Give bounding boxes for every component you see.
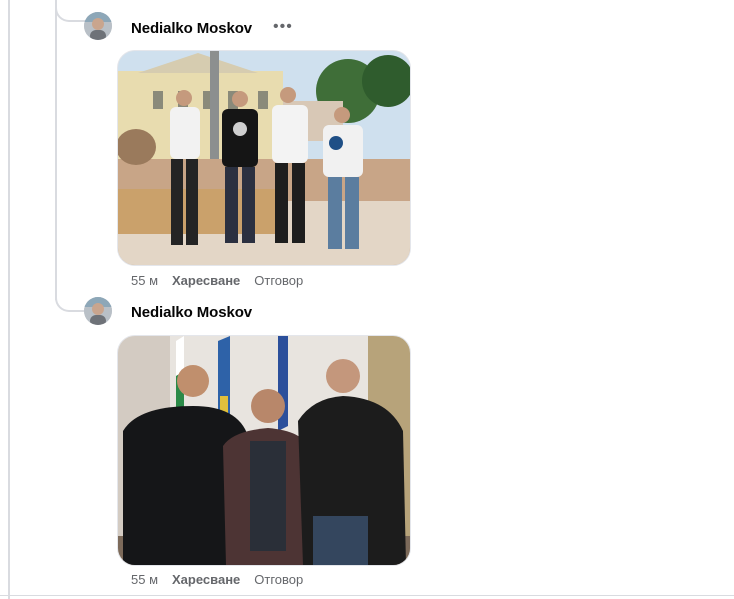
more-options-icon[interactable]: ••• (273, 19, 293, 35)
like-button[interactable]: Харесване (172, 572, 240, 587)
reply-button[interactable]: Отговор (254, 273, 303, 288)
comment-author[interactable]: Nedialko Moskov (131, 20, 252, 37)
thread-branch-1 (55, 0, 85, 22)
thread-line-inner (55, 0, 57, 300)
avatar[interactable] (84, 297, 112, 325)
thread-line-outer (8, 0, 10, 599)
comment-actions: 55 м Харесване Отговор (131, 273, 303, 288)
comment-author[interactable]: Nedialko Moskov (131, 304, 252, 321)
like-button[interactable]: Харесване (172, 273, 240, 288)
thread-branch-2 (55, 290, 85, 312)
thread-bottom-divider (0, 595, 734, 596)
comment-photo[interactable] (117, 50, 411, 266)
comment-timestamp[interactable]: 55 м (131, 273, 158, 288)
comment-timestamp[interactable]: 55 м (131, 572, 158, 587)
comment-actions: 55 м Харесване Отговор (131, 572, 303, 587)
avatar[interactable] (84, 12, 112, 40)
reply-button[interactable]: Отговор (254, 572, 303, 587)
comment-photo[interactable] (117, 335, 411, 566)
